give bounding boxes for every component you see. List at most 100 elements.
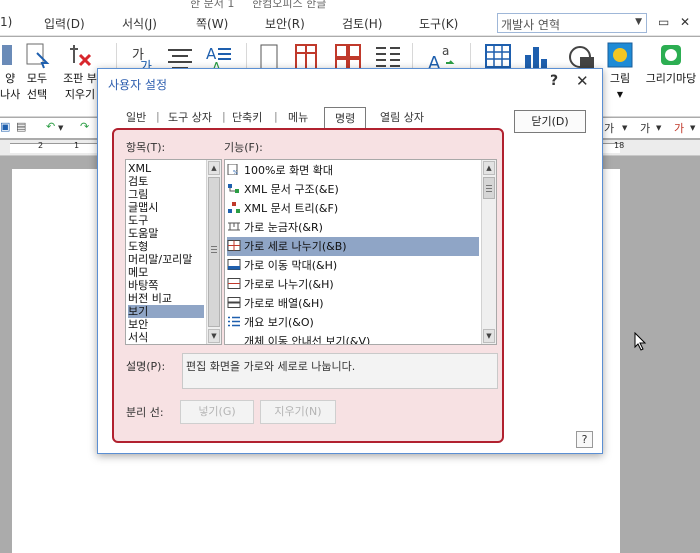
function-label: 100%로 화면 확대	[244, 164, 334, 177]
list-item[interactable]: 검토	[128, 175, 148, 188]
scroll-thumb[interactable]	[208, 177, 220, 327]
menu-security[interactable]: 보안(R)	[265, 15, 305, 32]
list-item[interactable]: 머리말/꼬리말	[128, 253, 192, 266]
category-scrollbar[interactable]: ▲ ▼	[206, 160, 221, 344]
list-item[interactable]: 개체 이동 안내선 보기(&V)	[227, 332, 479, 345]
outline-view-icon	[228, 316, 240, 327]
delete-button[interactable]: 지우기(N)	[260, 400, 336, 424]
horizontal-scrollbar-icon	[227, 259, 241, 270]
tab-open-box[interactable]: 열림 상자	[380, 109, 424, 125]
function-listbox[interactable]: % 100%로 화면 확대 XML 문서 구조(&E) XML 문서 트리(&F)…	[224, 159, 497, 345]
list-item[interactable]: 도구	[128, 214, 148, 227]
undo-icon[interactable]: ↶	[46, 120, 55, 133]
list-item[interactable]: 도형	[128, 240, 148, 253]
picture-button[interactable]: 그림 ▼	[604, 41, 636, 101]
restore-icon[interactable]: ▭	[658, 15, 669, 29]
chart-icon	[525, 47, 547, 69]
chevron-down-icon[interactable]: ▼	[622, 124, 627, 132]
chevron-down-icon[interactable]: ▼	[656, 124, 661, 132]
ribbon-label: 그리기마당	[645, 72, 697, 85]
help-icon[interactable]: ?	[550, 73, 558, 89]
tab-general[interactable]: 일반	[126, 109, 146, 125]
insert-button[interactable]: 넣기(G)	[180, 400, 254, 424]
list-item[interactable]: 글맵시	[128, 201, 158, 214]
font-grow-icon[interactable]: 가	[640, 120, 650, 136]
menu-tools[interactable]: 도구(K)	[419, 15, 458, 32]
list-item-selected[interactable]: 보기	[128, 305, 204, 318]
menu-review[interactable]: 검토(H)	[342, 15, 382, 32]
function-label: 개요 보기(&O)	[244, 316, 314, 329]
functions-label: 기능(F):	[224, 141, 263, 154]
xml-tree-icon	[228, 202, 240, 213]
search-combobox[interactable]: 개발사 연혁 ▼	[497, 13, 647, 33]
scroll-down-icon[interactable]: ▼	[483, 329, 495, 343]
clear-format-button[interactable]: 조판 부 지우기	[58, 41, 102, 101]
categories-label: 항목(T):	[126, 141, 166, 154]
save-icon[interactable]: ▣	[0, 120, 10, 133]
ribbon-btn-partial[interactable]: 양 나사	[0, 41, 20, 101]
list-item[interactable]: 가로로 나누기(&H)	[227, 275, 479, 294]
separator-label: 분리 선:	[126, 406, 164, 419]
list-item[interactable]: 그림	[128, 188, 148, 201]
list-item[interactable]: 가로 이동 막대(&H)	[227, 256, 479, 275]
close-window-icon[interactable]: ✕	[680, 15, 690, 29]
chevron-down-icon[interactable]: ▼	[690, 124, 695, 132]
drawing-gallery-button[interactable]: 그리기마당	[642, 41, 700, 85]
font-shrink-icon[interactable]: 가	[604, 120, 614, 136]
ribbon-label: 그림	[609, 72, 631, 85]
chevron-down-icon: ▼	[635, 17, 642, 27]
list-item[interactable]: 바탕쪽	[128, 279, 158, 292]
clear-format-icon	[70, 45, 92, 67]
list-item[interactable]: XML 문서 구조(&E)	[227, 180, 479, 199]
ribbon-label: 조판 부	[63, 72, 97, 85]
scroll-up-icon[interactable]: ▲	[208, 161, 220, 175]
menu-format[interactable]: 서식(J)	[122, 15, 157, 32]
ribbon-label: 모두	[26, 72, 48, 85]
help-icon[interactable]: ?	[576, 431, 593, 448]
chevron-down-icon: ▼	[616, 90, 624, 99]
list-item[interactable]: 도움말	[128, 227, 158, 240]
list-item[interactable]: 버전 비교	[128, 292, 172, 305]
ruler-number: 1	[74, 141, 80, 150]
font-color-icon[interactable]: 가	[674, 120, 684, 136]
blank-icon	[227, 335, 241, 344]
tab-shortcuts[interactable]: 단축키	[232, 109, 262, 125]
app-title: 한컴오피스 한글	[252, 0, 327, 10]
list-item[interactable]: 가로로 배열(&H)	[227, 294, 479, 313]
split-both-icon	[227, 240, 241, 251]
list-item-selected[interactable]: 가로 세로 나누기(&B)	[227, 237, 479, 256]
close-button[interactable]: 닫기(D)	[514, 110, 586, 133]
function-scrollbar[interactable]: ▲ ▼	[481, 160, 496, 344]
list-item[interactable]: % 100%로 화면 확대	[227, 161, 479, 180]
list-item[interactable]: 가로 눈금자(&R)	[227, 218, 479, 237]
list-item[interactable]: XML 문서 트리(&F)	[227, 199, 479, 218]
list-item[interactable]: 개요 보기(&O)	[227, 313, 479, 332]
xml-structure-icon	[228, 184, 239, 193]
document-icon[interactable]: ▤	[16, 120, 26, 133]
menu-partial[interactable]: 1)	[0, 15, 12, 29]
menu-input[interactable]: 입력(D)	[44, 15, 85, 32]
function-label: 개체 이동 안내선 보기(&V)	[244, 335, 371, 345]
mouse-cursor-icon	[634, 332, 647, 351]
scroll-thumb[interactable]	[483, 177, 495, 199]
tab-menu[interactable]: 메뉴	[288, 109, 308, 125]
scroll-up-icon[interactable]: ▲	[483, 161, 495, 175]
tab-commands[interactable]: 명령	[324, 107, 367, 128]
redo-icon[interactable]: ↷	[80, 120, 89, 133]
category-listbox[interactable]: XML 검토 그림 글맵시 도구 도움말 도형 머리말/꼬리말 메모 바탕쪽 버…	[125, 159, 222, 345]
list-item[interactable]: 메모	[128, 266, 148, 279]
menubar: 1) 입력(D) 서식(J) 쪽(W) 보안(R) 검토(H) 도구(K) 개발…	[0, 10, 700, 36]
tab-toolbox[interactable]: 도구 상자	[168, 109, 212, 125]
list-item[interactable]: 서식	[128, 331, 148, 344]
description-label: 설명(P):	[126, 360, 166, 373]
scroll-down-icon[interactable]: ▼	[208, 329, 220, 343]
list-item[interactable]: XML	[128, 162, 151, 175]
menu-page[interactable]: 쪽(W)	[196, 15, 228, 32]
chevron-down-icon[interactable]: ▼	[58, 124, 63, 132]
close-icon[interactable]: ✕	[576, 72, 589, 90]
svg-text:a: a	[442, 44, 449, 58]
list-item[interactable]: 보안	[128, 318, 148, 331]
tab-separator: |	[156, 110, 160, 123]
select-all-button[interactable]: 모두 선택	[22, 41, 52, 101]
ribbon-label: 선택	[26, 88, 48, 101]
